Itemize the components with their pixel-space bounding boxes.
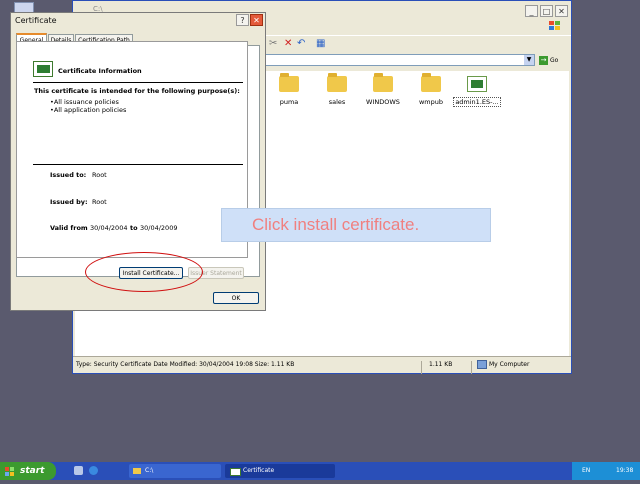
undo-icon[interactable]: ↶ [297, 39, 305, 49]
ok-button[interactable]: OK [213, 292, 259, 304]
start-button[interactable]: start [0, 462, 56, 480]
folder-icon [421, 73, 441, 92]
valid-from-value: 30/04/2004 [90, 224, 128, 232]
maximize-button[interactable]: □ [540, 5, 553, 17]
start-label: start [20, 466, 45, 476]
help-button[interactable]: ? [236, 14, 249, 26]
folder-icon [133, 468, 141, 474]
valid-to-value: 30/04/2009 [140, 224, 178, 232]
taskbar-item-explorer[interactable]: C:\ [129, 464, 221, 478]
language-indicator[interactable]: EN [582, 467, 590, 474]
go-button[interactable]: → Go [539, 55, 569, 67]
file-name: admin1.ES-... [453, 97, 501, 107]
folder-icon [373, 73, 393, 92]
taskbar: start C:\ Certificate EN 19:38 [0, 462, 640, 480]
status-size: 1.11 KB [429, 361, 453, 368]
purpose-divider [33, 164, 243, 165]
list-item-selected[interactable]: admin1.ES-... [453, 76, 501, 107]
taskbar-item-label: Certificate [243, 467, 275, 474]
issued-to-value: Root [92, 171, 107, 179]
dialog-title: Certificate [15, 16, 57, 25]
status-bar: Type: Security Certificate Date Modified… [73, 356, 571, 374]
views-icon[interactable]: ▦ [316, 39, 325, 49]
info-heading: Certificate Information [58, 67, 142, 75]
list-item[interactable]: WINDOWS [359, 73, 407, 106]
dialog-titlebar[interactable]: Certificate ? ✕ [11, 13, 265, 29]
issued-by-value: Root [92, 198, 107, 206]
browser-icon[interactable] [89, 466, 98, 475]
file-name: puma [279, 98, 299, 106]
certificate-icon [33, 61, 53, 77]
go-label: Go [550, 57, 559, 64]
system-tray: EN 19:38 [572, 462, 640, 480]
certificate-icon [230, 468, 241, 476]
file-name: sales [328, 98, 346, 106]
close-button[interactable]: ✕ [555, 5, 568, 17]
quicklaunch-icon[interactable] [74, 466, 83, 475]
certificate-file-icon [467, 76, 487, 92]
windows-logo-icon [549, 21, 561, 31]
delete-icon[interactable]: ✕ [284, 39, 292, 49]
purpose-heading: This certificate is intended for the fol… [34, 87, 240, 95]
address-dropdown-icon[interactable]: ▼ [524, 55, 534, 65]
highlight-ellipse [85, 252, 203, 292]
purpose-item: •All application policies [50, 106, 127, 114]
valid-to-label: to [130, 224, 138, 232]
list-item[interactable]: puma [265, 73, 313, 106]
list-item[interactable]: sales [313, 73, 361, 106]
move-to-icon[interactable]: ✂ [269, 39, 277, 49]
taskbar-item-label: C:\ [145, 467, 154, 474]
folder-icon [279, 73, 299, 92]
status-divider [471, 361, 472, 374]
list-item[interactable]: wmpub [407, 73, 455, 106]
issued-by-label: Issued by: [50, 198, 88, 206]
issued-to-label: Issued to: [50, 171, 87, 179]
status-details: Type: Security Certificate Date Modified… [76, 361, 295, 368]
taskbar-item-certificate[interactable]: Certificate [225, 464, 335, 478]
valid-from-label: Valid from [50, 224, 88, 232]
windows-flag-icon [5, 466, 15, 476]
clock: 19:38 [616, 467, 634, 474]
instruction-callout: Click install certificate. [221, 208, 491, 242]
purpose-item: •All issuance policies [50, 98, 119, 106]
go-arrow-icon: → [539, 56, 548, 65]
dialog-close-button[interactable]: ✕ [250, 14, 263, 26]
callout-text: Click install certificate. [252, 215, 420, 234]
status-divider [421, 361, 422, 374]
file-name: wmpub [418, 98, 444, 106]
file-name: WINDOWS [366, 98, 400, 106]
heading-divider [33, 82, 243, 83]
status-location: My Computer [489, 361, 530, 368]
minimize-button[interactable]: _ [525, 5, 538, 17]
computer-icon [477, 360, 487, 369]
folder-icon [327, 73, 347, 92]
